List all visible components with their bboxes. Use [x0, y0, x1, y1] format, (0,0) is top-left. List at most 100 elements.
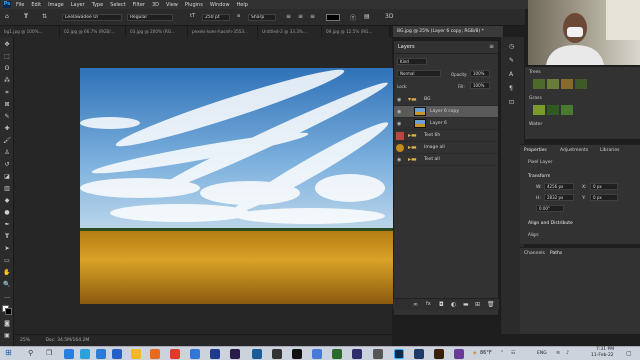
- history-icon[interactable]: ◷: [509, 43, 514, 50]
- input-language[interactable]: ENG: [537, 351, 547, 356]
- delete-layer-icon[interactable]: 🗑: [487, 301, 495, 308]
- document-image[interactable]: [80, 68, 393, 304]
- wifi-icon[interactable]: ≋: [556, 350, 560, 356]
- blend-mode-select[interactable]: Normal: [397, 70, 441, 77]
- quick-mask-icon[interactable]: ◙: [3, 320, 11, 328]
- menu-type[interactable]: Type: [92, 2, 103, 8]
- illustrator-icon[interactable]: [434, 349, 444, 359]
- layer-style-icon[interactable]: fx: [426, 301, 431, 307]
- crop-tool-icon[interactable]: ⌗: [3, 89, 11, 97]
- screen-mode-icon[interactable]: ▣: [3, 332, 11, 340]
- doc-size[interactable]: Doc: 34.5M/164.2M: [45, 338, 89, 343]
- layer-filter-kind[interactable]: Kind: [397, 58, 427, 65]
- transform-heading[interactable]: Transform: [528, 174, 550, 179]
- align-center-icon[interactable]: ≡: [298, 13, 303, 20]
- task-view-icon[interactable]: ❐: [46, 349, 52, 357]
- layer-row-layer6[interactable]: ◉ Layer 6: [394, 118, 498, 130]
- adjustment-layer-icon[interactable]: ◐: [451, 301, 456, 308]
- weather-icon[interactable]: ☀: [472, 350, 477, 357]
- after-effects-icon[interactable]: [230, 349, 240, 359]
- tab-02[interactable]: 02.jpg @ 66.7% (RGB/...: [60, 26, 126, 37]
- typora-icon[interactable]: [292, 349, 302, 359]
- new-group-icon[interactable]: ▬: [463, 301, 469, 308]
- pen-tool-icon[interactable]: ✒: [3, 221, 11, 229]
- swatch-thumb[interactable]: [561, 105, 573, 115]
- zoom-tool-icon[interactable]: 🔍: [3, 281, 11, 289]
- brush-settings-icon[interactable]: ✎: [509, 57, 514, 64]
- swatch-thumb[interactable]: [547, 79, 559, 89]
- 3d-icon[interactable]: 3D: [385, 13, 393, 20]
- taskbar-app-icon[interactable]: [373, 349, 383, 359]
- menu-3d[interactable]: 3D: [152, 2, 159, 8]
- group-water[interactable]: Water: [529, 122, 542, 127]
- tab-channels[interactable]: Channels: [524, 251, 545, 256]
- width-input[interactable]: 4256 px: [544, 183, 574, 190]
- notification-icon[interactable]: ▢: [626, 350, 632, 357]
- anti-alias-select[interactable]: Sharp: [248, 14, 276, 21]
- layer-row-text-all[interactable]: ◉ ▸▬ Text all: [394, 154, 498, 166]
- menu-edit[interactable]: Edit: [31, 2, 41, 8]
- menu-layer[interactable]: Layer: [71, 2, 85, 8]
- hand-tool-icon[interactable]: ✋: [3, 269, 11, 277]
- layer-row-bg[interactable]: ◉ ▾▬ BG: [394, 94, 498, 106]
- photos-icon[interactable]: [210, 349, 220, 359]
- type-tool-icon[interactable]: T: [24, 13, 28, 20]
- weather-temp[interactable]: 86°F: [480, 350, 492, 356]
- swatch-thumb[interactable]: [547, 105, 559, 115]
- x-input[interactable]: 0 px: [590, 183, 618, 190]
- visibility-eye-icon[interactable]: ◉: [397, 157, 403, 163]
- tab-untitled-2[interactable]: Untitled-2 @ 33.3%...: [258, 26, 322, 37]
- menu-help[interactable]: Help: [237, 2, 248, 8]
- file-explorer-icon[interactable]: [131, 349, 141, 359]
- warp-text-icon[interactable]: Ⓣ: [350, 13, 356, 22]
- swatch-thumb[interactable]: [533, 79, 545, 89]
- fill-input[interactable]: 100%: [470, 82, 490, 89]
- taskbar-app-icon[interactable]: [454, 349, 464, 359]
- tab-adjustments[interactable]: Adjustments: [560, 148, 588, 153]
- firefox-icon[interactable]: [150, 349, 160, 359]
- outlook-icon[interactable]: [96, 349, 106, 359]
- layer-row-image-all[interactable]: ▸▬ Image all: [394, 142, 498, 154]
- windows-start-icon[interactable]: ⊞: [5, 348, 12, 357]
- align-right-icon[interactable]: ≡: [310, 13, 315, 20]
- home-icon[interactable]: ⌂: [5, 13, 9, 20]
- search-icon[interactable]: ⚲: [28, 349, 33, 357]
- tab-active-bg[interactable]: BG.jpg @ 25% (Layer 6 copy, RGB/8) *: [393, 26, 503, 37]
- new-layer-icon[interactable]: ⊞: [475, 301, 480, 308]
- telegram-icon[interactable]: [80, 349, 90, 359]
- network-icon[interactable]: ☷: [511, 350, 515, 356]
- menu-file[interactable]: File: [16, 2, 24, 8]
- font-style-select[interactable]: Regular: [127, 14, 173, 21]
- visibility-eye-icon[interactable]: ◉: [397, 109, 403, 115]
- clone-stamp-tool-icon[interactable]: ♙: [3, 149, 11, 157]
- gradient-tool-icon[interactable]: ▥: [3, 185, 11, 193]
- tray-overflow-icon[interactable]: ⌃: [500, 350, 504, 356]
- swatch-thumb[interactable]: [575, 79, 587, 89]
- lasso-tool-icon[interactable]: ʘ: [3, 65, 11, 73]
- zoom-app-icon[interactable]: [64, 349, 74, 359]
- tab-libraries[interactable]: Libraries: [600, 148, 619, 153]
- frame-tool-icon[interactable]: ⊠: [3, 101, 11, 109]
- tab-bg1[interactable]: bg1.jpg @ 100%...: [0, 26, 60, 37]
- path-select-tool-icon[interactable]: ➤: [3, 245, 11, 253]
- panel-menu-icon[interactable]: ≡: [489, 43, 494, 50]
- swatch-thumb[interactable]: [561, 79, 573, 89]
- edit-toolbar-icon[interactable]: …: [3, 293, 11, 301]
- add-mask-icon[interactable]: ◘: [439, 301, 444, 308]
- healing-brush-tool-icon[interactable]: ✚: [3, 125, 11, 133]
- quick-select-tool-icon[interactable]: ⁂: [3, 77, 11, 85]
- tab-03[interactable]: 03.jpg @ 200% (RG...: [126, 26, 188, 37]
- blur-tool-icon[interactable]: ◆: [3, 197, 11, 205]
- clock-date[interactable]: 11-Feb-22: [591, 353, 614, 358]
- taskbar-app-icon[interactable]: [352, 349, 362, 359]
- font-size-select[interactable]: 250 pt: [202, 14, 230, 21]
- word-icon[interactable]: [112, 349, 122, 359]
- layer-row-layer6-copy[interactable]: ◉ Layer 6 copy: [394, 106, 498, 118]
- height-input[interactable]: 2832 px: [544, 194, 574, 201]
- chrome-icon[interactable]: [170, 349, 180, 359]
- move-tool-icon[interactable]: ✥: [3, 41, 11, 49]
- visibility-eye-icon[interactable]: ◉: [397, 121, 403, 127]
- marquee-tool-icon[interactable]: ⬚: [3, 53, 11, 61]
- angle-input[interactable]: 0.00°: [536, 205, 564, 212]
- taskbar-app-icon[interactable]: [252, 349, 262, 359]
